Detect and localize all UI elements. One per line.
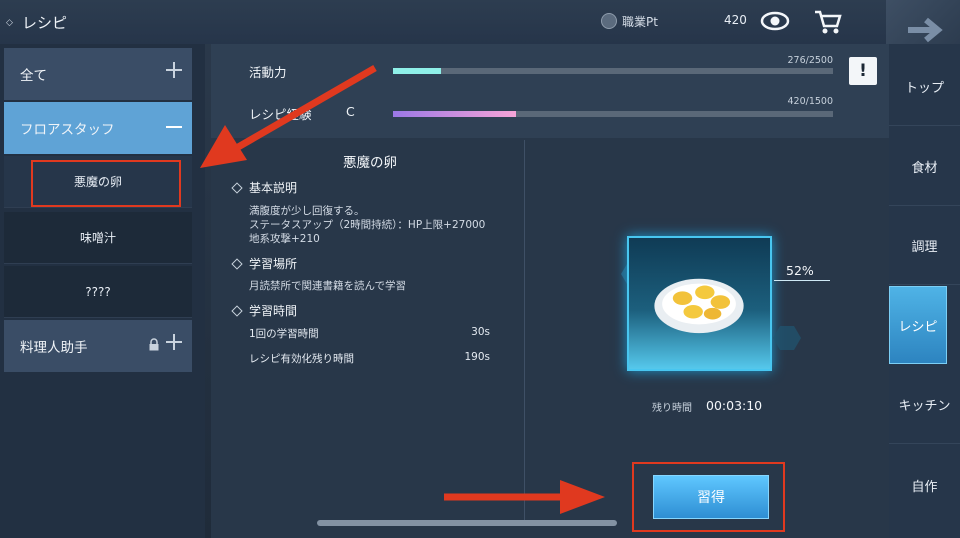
basic-line-1: 満腹度が少し回復する。 [249, 205, 365, 217]
sidebar-item-floor-staff[interactable]: フロアスタッフ [4, 102, 192, 154]
job-point-icon [601, 13, 617, 29]
recipe-item-label: ???? [85, 284, 111, 299]
recipe-exp-bar [393, 111, 833, 117]
hexagon-decoration-icon [773, 326, 801, 350]
diamond-icon: ◇ [6, 18, 13, 28]
highlight-box-recipe [31, 160, 181, 207]
sidebar-item-label: 全て [20, 68, 47, 84]
annotation-arrow-icon [444, 480, 605, 514]
sidebar-item-label: 料理人助手 [20, 340, 88, 356]
vitality-bar-fill [393, 68, 442, 74]
minus-icon [166, 126, 182, 128]
basic-line-2: ステータスアップ（2時間持続）：HP上限+27000 [249, 219, 486, 231]
cart-icon[interactable] [812, 8, 842, 36]
time-row-label: 1回の学習時間 [249, 328, 319, 340]
remaining-time-value: 00:03:10 [706, 398, 763, 413]
sidebar-item-cook-assistant[interactable]: 料理人助手 [4, 320, 192, 372]
recipe-item-unknown[interactable]: ???? [4, 266, 192, 318]
info-alert-button[interactable]: ! [849, 57, 877, 85]
scrollbar[interactable] [317, 520, 617, 526]
divider [524, 140, 525, 520]
recipe-exp-count: 420/1500 [787, 96, 833, 107]
percent-leader-line [774, 280, 830, 281]
time-heading: 学習時間 [249, 304, 298, 318]
tab-ingredients[interactable]: 食材 [889, 128, 960, 206]
annotation-arrow-icon [200, 64, 377, 168]
tab-top[interactable]: トップ [889, 48, 960, 126]
page-title: レシピ [22, 14, 68, 32]
place-heading: 学習場所 [249, 257, 298, 271]
eye-icon[interactable] [760, 8, 790, 34]
tab-kitchen[interactable]: キッチン [889, 366, 960, 444]
dish-image [627, 236, 772, 371]
tab-custom[interactable]: 自作 [889, 446, 960, 524]
highlight-box-learn [632, 462, 785, 532]
lock-icon [149, 338, 159, 351]
sidebar-item-label: フロアスタッフ [20, 122, 115, 138]
vitality-count: 276/2500 [787, 55, 833, 66]
recipe-exp-bar-fill [393, 111, 517, 117]
tab-recipe[interactable]: レシピ [889, 286, 947, 364]
recipe-item-miso-soup[interactable]: 味噌汁 [4, 212, 192, 264]
deviled-eggs-image [654, 278, 744, 334]
place-text: 月読禁所で関連書籍を読んで学習 [249, 280, 406, 292]
remaining-time-label: 残り時間 [652, 403, 692, 414]
tab-cooking[interactable]: 調理 [889, 207, 960, 285]
basic-heading: 基本説明 [249, 181, 298, 195]
time-row-label: レシピ有効化残り時間 [249, 353, 354, 365]
progress-percent: 52% [786, 263, 814, 278]
basic-line-3: 地系攻撃+210 [249, 233, 320, 245]
plus-icon [166, 62, 182, 78]
sidebar-item-all[interactable]: 全て [4, 48, 192, 100]
plus-icon [166, 334, 182, 350]
vitality-bar [393, 68, 833, 74]
time-row-value: 190s [464, 351, 490, 363]
job-point-label: 職業Pt [622, 15, 658, 29]
job-point-value: 420 [724, 13, 747, 27]
recipe-item-label: 味噌汁 [79, 231, 116, 245]
time-row-value: 30s [471, 326, 490, 338]
